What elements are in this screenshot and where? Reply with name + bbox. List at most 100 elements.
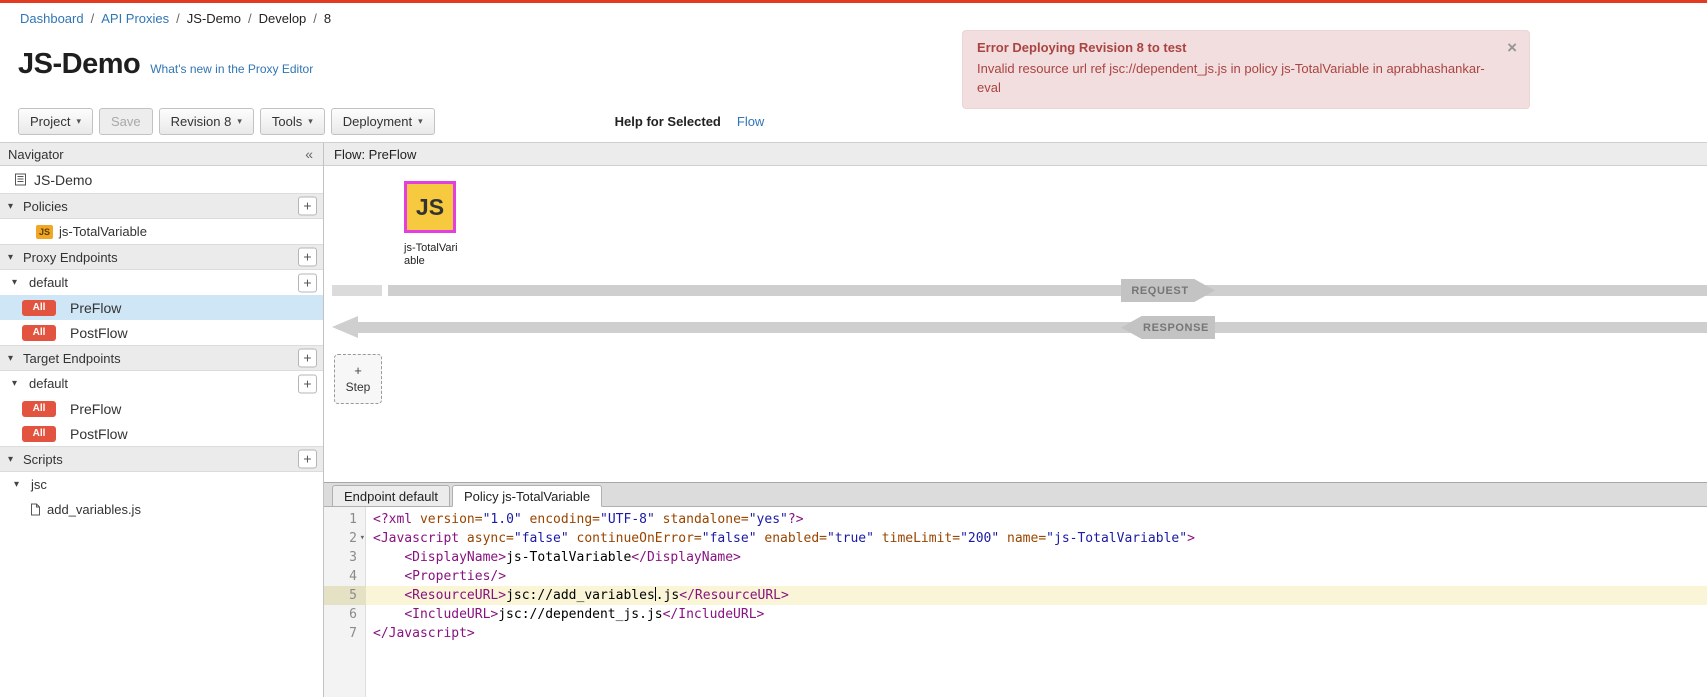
nav-row-label: Target Endpoints [23,351,121,366]
code-token: > [1187,531,1195,546]
response-arrow-label: RESPONSE [1121,316,1215,339]
code-line[interactable]: 5 <ResourceURL>jsc://add_variables.js</R… [324,586,1707,605]
tools-button-label: Tools [272,114,302,129]
save-button[interactable]: Save [99,108,153,135]
navigator-list: JS-Demo ▾ Policies + JSjs-TotalVariable▾Prox… [0,166,323,697]
app: Dashboard/API Proxies/JS-Demo/Develop/8 … [0,0,1707,697]
code-line[interactable]: 2▾<Javascript async="false" continueOnEr… [324,529,1707,548]
add-step-button-label: Step [346,380,371,394]
caret-down-icon: ▾ [308,116,313,127]
add-button[interactable]: + [298,273,317,292]
flow-help-link[interactable]: Flow [737,114,764,129]
code-token: <Properties/> [404,569,506,584]
code-text: <DisplayName>js-TotalVariable</DisplayNa… [366,548,1707,567]
code-token [373,607,404,622]
breadcrumb-item-js-demo: JS-Demo [187,11,241,26]
code-token: standalone= [655,512,749,527]
code-token: async= [467,531,514,546]
nav-row-label: default [29,376,68,391]
code-token: version= [420,512,483,527]
add-button[interactable]: + [298,450,317,469]
add-button[interactable]: + [298,374,317,393]
line-number: 2▾ [324,529,366,548]
code-token: "js-TotalVariable" [1046,531,1187,546]
nav-row-default[interactable]: ▾default+ [0,270,323,295]
code-token: "1.0" [483,512,522,527]
nav-row-label: Policies [23,199,68,214]
nav-row-target-endpoints[interactable]: ▾ Target Endpoints + [0,345,323,371]
code-area[interactable]: 1<?xml version="1.0" encoding="UTF-8" st… [324,507,1707,697]
breadcrumb-item-api-proxies[interactable]: API Proxies [101,11,169,26]
line-number: 5 [324,586,366,605]
tab-endpoint-default[interactable]: Endpoint default [332,485,450,507]
nav-row-js-demo[interactable]: JS-Demo [0,166,323,193]
nav-row-label: JS-Demo [34,172,92,188]
code-token: "yes" [749,512,788,527]
add-button[interactable]: + [298,248,317,267]
nav-row-policies[interactable]: ▾Policies+ [0,193,323,219]
caret-down-icon: ▾ [8,353,19,364]
proxy-icon [14,173,27,186]
nav-row-scripts[interactable]: ▾Scripts+ [0,446,323,472]
navigator-header: Navigator « [0,143,323,166]
nav-row-postflow[interactable]: AllPostFlow [0,320,323,345]
collapse-panel-icon[interactable]: « [305,146,313,162]
project-button[interactable]: Project ▾ [18,108,93,135]
request-line [388,285,1707,296]
code-token: </IncludeURL> [663,607,765,622]
close-icon[interactable]: × [1507,39,1517,56]
code-token: "true" [827,531,874,546]
flow-title: Flow: PreFlow [334,147,416,162]
tools-button[interactable]: Tools ▾ [260,108,325,135]
tab-policy-js-totalvariable[interactable]: Policy js-TotalVariable [452,485,602,507]
breadcrumb-separator: / [248,11,252,26]
nav-row-add-variables-js[interactable]: add_variables.js [0,497,323,522]
code-text: <IncludeURL>jsc://dependent_js.js</Inclu… [366,605,1707,624]
code-text: <Properties/> [366,567,1707,586]
nav-row-label: add_variables.js [47,502,141,517]
caret-down-icon: ▾ [12,378,23,389]
code-tabs: Endpoint defaultPolicy js-TotalVariable [324,483,1707,507]
caret-down-icon: ▾ [8,454,19,465]
code-line[interactable]: 1<?xml version="1.0" encoding="UTF-8" st… [324,510,1707,529]
navigator-panel: Navigator « JS-Demo ▾ Policies + JSjs-TotalV… [0,143,324,697]
error-banner-title: Error Deploying Revision 8 to test [977,40,1489,55]
policy-node-js-totalvariable[interactable]: JS [404,181,456,233]
code-token: <IncludeURL> [404,607,498,622]
deployment-button-label: Deployment [343,114,412,129]
add-step-button[interactable]: + Step [334,354,382,404]
nav-row-default[interactable]: ▾ default + [0,371,323,396]
code-line[interactable]: 7</Javascript> [324,624,1707,643]
code-line[interactable]: 6 <IncludeURL>jsc://dependent_js.js</Inc… [324,605,1707,624]
code-lines: 1<?xml version="1.0" encoding="UTF-8" st… [324,507,1707,643]
code-token: <DisplayName> [404,550,506,565]
add-button[interactable]: + [298,349,317,368]
project-button-label: Project [30,114,70,129]
caret-down-icon: ▾ [418,116,423,127]
nav-row-preflow[interactable]: AllPreFlow [0,295,323,320]
breadcrumb-item-dashboard[interactable]: Dashboard [20,11,84,26]
code-token: jsc://dependent_js.js [498,607,662,622]
code-line[interactable]: 3 <DisplayName>js-TotalVariable</Display… [324,548,1707,567]
breadcrumb-separator: / [313,11,317,26]
code-token: encoding= [522,512,600,527]
nav-row-label: PostFlow [70,426,128,442]
nav-row-jsc[interactable]: ▾jsc [0,472,323,497]
nav-row-proxy-endpoints[interactable]: ▾Proxy Endpoints+ [0,244,323,270]
fold-icon[interactable]: ▾ [360,529,365,548]
save-button-label: Save [111,114,141,129]
revision-button[interactable]: Revision 8 ▾ [159,108,254,135]
deployment-button[interactable]: Deployment ▾ [331,108,435,135]
whats-new-link[interactable]: What's new in the Proxy Editor [150,62,313,76]
nav-row-preflow[interactable]: AllPreFlow [0,396,323,421]
code-token: "UTF-8" [600,512,655,527]
add-button[interactable]: + [298,197,317,216]
code-token: "200" [960,531,999,546]
nav-row-postflow[interactable]: AllPostFlow [0,421,323,446]
code-line[interactable]: 4 <Properties/> [324,567,1707,586]
nav-row-js-totalvariable[interactable]: JSjs-TotalVariable [0,219,323,244]
code-token: <Javascript [373,531,467,546]
request-arrow-label: REQUEST [1121,279,1215,302]
main-panel: Flow: PreFlow JS js-TotalVariable REQUES… [324,143,1707,697]
nav-row-label: default [29,275,68,290]
